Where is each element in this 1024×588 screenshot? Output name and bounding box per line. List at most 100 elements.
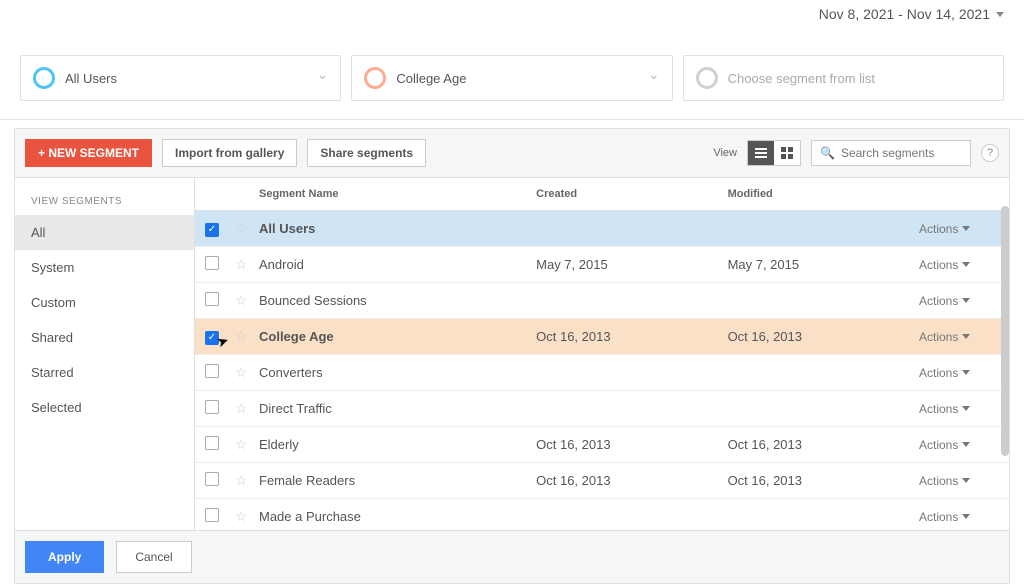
segment-name: Elderly bbox=[259, 437, 299, 452]
table-header: Segment Name Created Modified bbox=[195, 178, 1009, 211]
sidebar-item-custom[interactable]: Custom bbox=[15, 285, 194, 320]
sidebar-item-system[interactable]: System bbox=[15, 250, 194, 285]
checkbox[interactable] bbox=[205, 256, 219, 270]
created-cell: Oct 16, 2013 bbox=[526, 437, 717, 452]
segment-name: Female Readers bbox=[259, 473, 355, 488]
view-label: View bbox=[713, 147, 737, 159]
chevron-down-icon bbox=[962, 334, 970, 339]
search-icon: 🔍 bbox=[820, 146, 835, 160]
chevron-down-icon bbox=[962, 370, 970, 375]
table-row[interactable]: ☆ConvertersActions bbox=[195, 355, 1009, 391]
ring-icon bbox=[33, 67, 55, 89]
date-range-label: Nov 8, 2021 - Nov 14, 2021 bbox=[819, 6, 990, 22]
chevron-down-icon bbox=[962, 226, 970, 231]
chevron-down-icon bbox=[996, 12, 1004, 17]
search-input[interactable] bbox=[841, 146, 962, 160]
table-row[interactable]: ☆ Made a Purchase Actions bbox=[195, 499, 1009, 530]
date-range-picker[interactable]: Nov 8, 2021 - Nov 14, 2021 bbox=[819, 6, 1004, 22]
segment-name: Direct Traffic bbox=[259, 401, 332, 416]
cancel-button[interactable]: Cancel bbox=[116, 541, 191, 573]
actions-menu[interactable]: Actions bbox=[919, 366, 999, 380]
segments-panel: + NEW SEGMENT Import from gallery Share … bbox=[14, 128, 1010, 584]
view-grid-button[interactable] bbox=[774, 141, 800, 165]
star-icon[interactable]: ☆ bbox=[235, 292, 248, 308]
col-created[interactable]: Created bbox=[526, 178, 717, 210]
actions-menu[interactable]: Actions bbox=[919, 438, 999, 452]
segment-name: All Users bbox=[259, 221, 315, 236]
sidebar-title: VIEW SEGMENTS bbox=[15, 178, 194, 215]
ring-icon bbox=[364, 67, 386, 89]
view-toggle bbox=[747, 140, 801, 166]
checkbox[interactable] bbox=[205, 400, 219, 414]
col-modified[interactable]: Modified bbox=[718, 178, 909, 210]
table-row[interactable]: ✓ ☆ All Users Actions bbox=[195, 211, 1009, 247]
star-icon[interactable]: ☆ bbox=[235, 256, 248, 272]
import-button[interactable]: Import from gallery bbox=[162, 139, 297, 167]
checkbox[interactable]: ✓ bbox=[205, 331, 219, 345]
modified-cell: Oct 16, 2013 bbox=[718, 437, 909, 452]
checkbox[interactable] bbox=[205, 508, 219, 522]
pill-label: Choose segment from list bbox=[728, 71, 875, 86]
chevron-down-icon: ⌄ bbox=[317, 66, 329, 83]
created-cell: May 7, 2015 bbox=[526, 257, 717, 272]
table-row[interactable]: ☆ Female Readers Oct 16, 2013Oct 16, 2013 A… bbox=[195, 463, 1009, 499]
chevron-down-icon bbox=[962, 262, 970, 267]
chevron-down-icon bbox=[962, 298, 970, 303]
actions-menu[interactable]: Actions bbox=[919, 402, 999, 416]
table-row[interactable]: ☆AndroidMay 7, 2015May 7, 2015Actions bbox=[195, 247, 1009, 283]
chevron-down-icon bbox=[962, 442, 970, 447]
checkbox[interactable] bbox=[205, 472, 219, 486]
col-name[interactable]: Segment Name bbox=[249, 178, 526, 210]
star-icon[interactable]: ☆ bbox=[235, 400, 248, 416]
sidebar-item-shared[interactable]: Shared bbox=[15, 320, 194, 355]
table-row[interactable]: ✓ ☆ College Age Oct 16, 2013Oct 16, 2013 Act… bbox=[195, 319, 1009, 355]
actions-menu[interactable]: Actions bbox=[919, 510, 999, 524]
star-icon[interactable]: ☆ bbox=[235, 364, 248, 380]
sidebar-item-all[interactable]: All bbox=[15, 215, 194, 250]
checkbox[interactable] bbox=[205, 292, 219, 306]
table-row[interactable]: ☆ Elderly Oct 16, 2013Oct 16, 2013 Actions bbox=[195, 427, 1009, 463]
search-box[interactable]: 🔍 bbox=[811, 140, 971, 166]
new-segment-button[interactable]: + NEW SEGMENT bbox=[25, 139, 152, 167]
star-icon[interactable]: ☆ bbox=[235, 436, 248, 452]
star-icon[interactable]: ☆ bbox=[235, 220, 248, 236]
star-icon[interactable]: ☆ bbox=[235, 508, 248, 524]
segment-pill-college-age[interactable]: College Age ⌄ bbox=[351, 55, 672, 101]
apply-button[interactable]: Apply bbox=[25, 541, 104, 573]
created-cell: Oct 16, 2013 bbox=[526, 329, 717, 344]
chevron-down-icon bbox=[962, 478, 970, 483]
segment-pill-choose[interactable]: Choose segment from list bbox=[683, 55, 1004, 101]
modified-cell: Oct 16, 2013 bbox=[718, 473, 909, 488]
segment-name: College Age bbox=[259, 329, 334, 344]
table-row[interactable]: ☆ Bounced Sessions Actions bbox=[195, 283, 1009, 319]
footer: Apply Cancel bbox=[15, 530, 1009, 583]
checkbox[interactable]: ✓ bbox=[205, 223, 219, 237]
segment-pill-all-users[interactable]: All Users ⌄ bbox=[20, 55, 341, 101]
actions-menu[interactable]: Actions bbox=[919, 330, 999, 344]
actions-menu[interactable]: Actions bbox=[919, 294, 999, 308]
sidebar: VIEW SEGMENTS All System Custom Shared S… bbox=[15, 178, 195, 530]
checkbox[interactable] bbox=[205, 364, 219, 378]
share-button[interactable]: Share segments bbox=[307, 139, 426, 167]
toolbar: + NEW SEGMENT Import from gallery Share … bbox=[15, 129, 1009, 178]
modified-cell: Oct 16, 2013 bbox=[718, 329, 909, 344]
panel-body: VIEW SEGMENTS All System Custom Shared S… bbox=[15, 178, 1009, 530]
help-icon[interactable]: ? bbox=[981, 144, 999, 162]
list-icon bbox=[755, 148, 767, 158]
actions-menu[interactable]: Actions bbox=[919, 474, 999, 488]
actions-menu[interactable]: Actions bbox=[919, 258, 999, 272]
sidebar-item-starred[interactable]: Starred bbox=[15, 355, 194, 390]
created-cell: Oct 16, 2013 bbox=[526, 473, 717, 488]
grid-icon bbox=[781, 147, 793, 159]
star-icon[interactable]: ☆ bbox=[235, 328, 248, 344]
segment-name: Bounced Sessions bbox=[259, 293, 367, 308]
view-list-button[interactable] bbox=[748, 141, 774, 165]
segment-name: Made a Purchase bbox=[259, 509, 361, 524]
checkbox[interactable] bbox=[205, 436, 219, 450]
actions-menu[interactable]: Actions bbox=[919, 222, 999, 236]
sidebar-item-selected[interactable]: Selected bbox=[15, 390, 194, 425]
star-icon[interactable]: ☆ bbox=[235, 472, 248, 488]
table-row[interactable]: ☆ Direct Traffic Actions bbox=[195, 391, 1009, 427]
scrollbar[interactable] bbox=[1001, 206, 1009, 456]
segments-table: Segment Name Created Modified ✓ ☆ All User… bbox=[195, 178, 1009, 530]
